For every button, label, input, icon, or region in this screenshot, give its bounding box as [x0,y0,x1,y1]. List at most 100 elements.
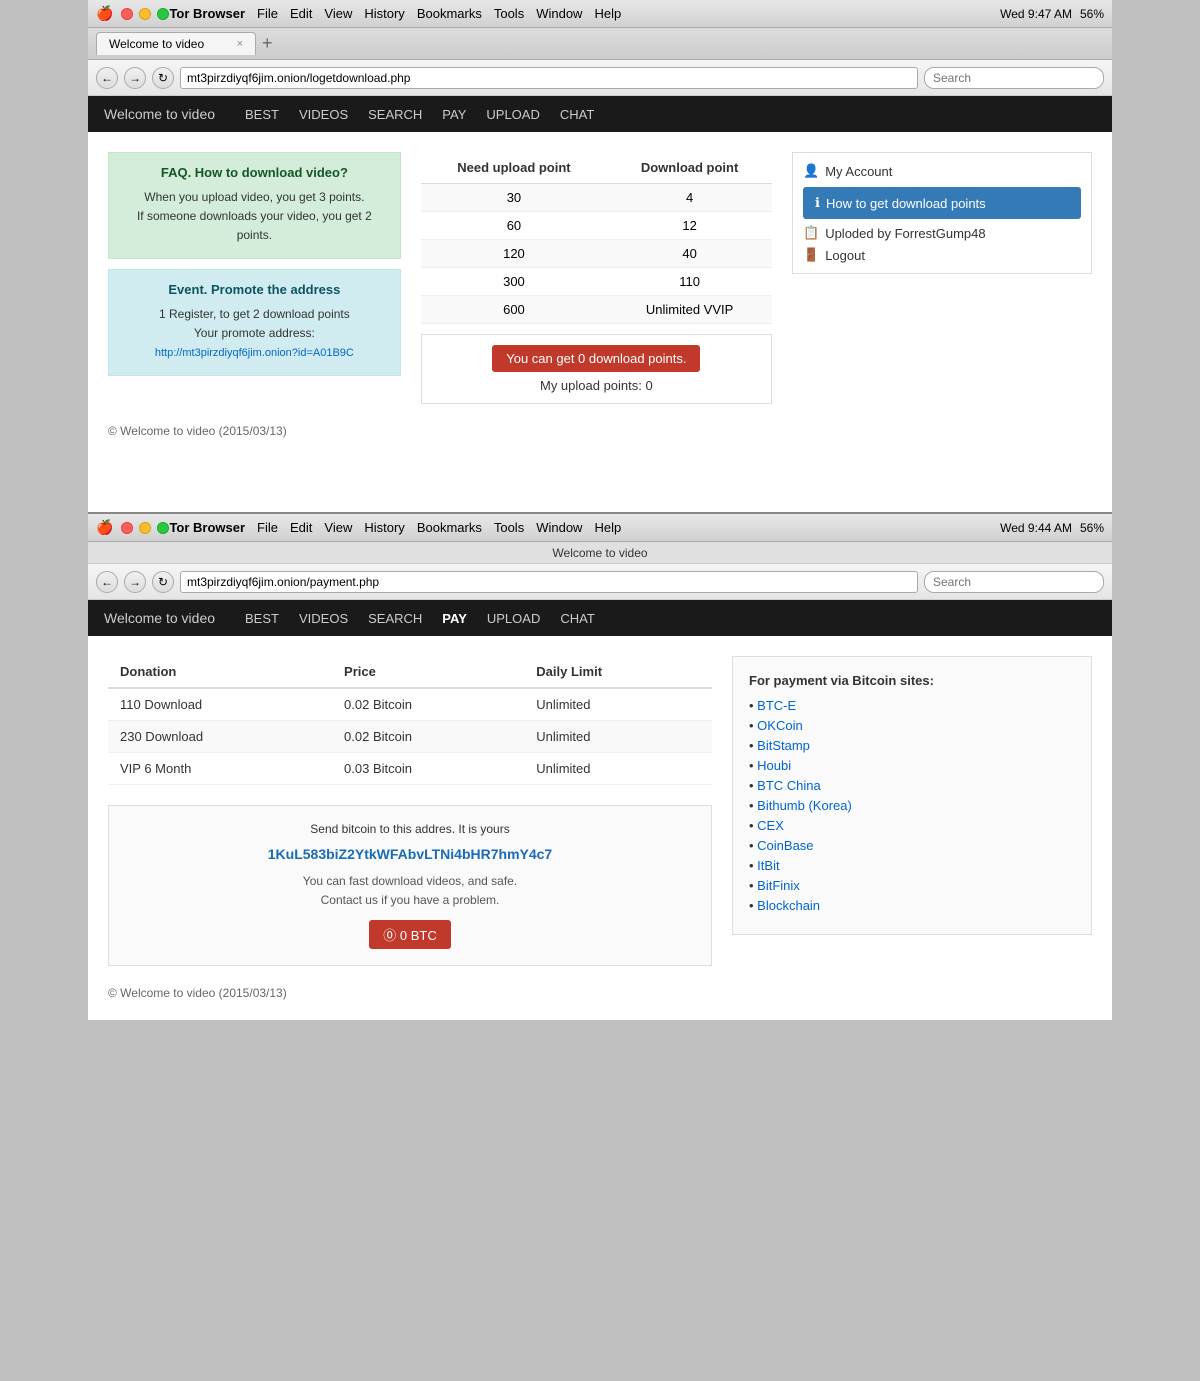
list-item: BTC-E [749,698,1075,713]
menu-view[interactable]: View [324,6,352,21]
how-to-label: How to get download points [826,196,986,211]
menu-help-2[interactable]: Help [594,520,621,535]
faq-box: FAQ. How to download video? When you upl… [108,152,401,259]
coinbase-link[interactable]: CoinBase [757,838,813,853]
menu-file-2[interactable]: File [257,520,278,535]
how-to-get-points-btn[interactable]: ℹ How to get download points [803,187,1081,219]
nav-best[interactable]: BEST [245,107,279,122]
reload-btn[interactable]: ↻ [152,67,174,89]
list-item: Houbi [749,758,1075,773]
page1-layout: FAQ. How to download video? When you upl… [108,152,1092,404]
bottom-window-titlebar: Welcome to video [88,542,1112,564]
donation-110: 110 Download [108,688,332,721]
get-download-btn[interactable]: You can get 0 download points. [492,345,700,372]
bithumb-link[interactable]: Bithumb (Korea) [757,798,852,813]
nav-upload[interactable]: UPLOAD [486,107,539,122]
uploaded-by-link[interactable]: 📋 Uploded by ForrestGump48 [803,225,1081,241]
houbi-link[interactable]: Houbi [757,758,791,773]
list-item: BitStamp [749,738,1075,753]
menu-history-2[interactable]: History [364,520,404,535]
payment-layout: Donation Price Daily Limit 110 Download … [108,656,1092,966]
nav-pay-2[interactable]: PAY [442,611,467,626]
minimize-window-btn[interactable] [139,8,151,20]
menu-history[interactable]: History [364,6,404,21]
search-input-2[interactable] [924,571,1104,593]
table-row: 30 4 [421,184,772,212]
list-item: Bithumb (Korea) [749,798,1075,813]
payment-left: Donation Price Daily Limit 110 Download … [108,656,712,966]
maximize-window-btn[interactable] [157,8,169,20]
btcchina-link[interactable]: BTC China [757,778,821,793]
close-window-btn[interactable] [121,8,133,20]
menu-bookmarks[interactable]: Bookmarks [417,6,482,21]
itbit-link[interactable]: ItBit [757,858,779,873]
menu-window[interactable]: Window [536,6,582,21]
nav-videos-2[interactable]: VIDEOS [299,611,348,626]
btce-link[interactable]: BTC-E [757,698,796,713]
menu-file[interactable]: File [257,6,278,21]
reload-btn-2[interactable]: ↻ [152,571,174,593]
safe-line2: Contact us if you have a problem. [321,893,500,907]
menu-bookmarks-2[interactable]: Bookmarks [417,520,482,535]
event-title: Event. Promote the address [121,282,388,297]
event-line1: 1 Register, to get 2 download points [159,307,350,321]
nav-chat[interactable]: CHAT [560,107,594,122]
nav-videos[interactable]: VIDEOS [299,107,348,122]
blockchain-link[interactable]: Blockchain [757,898,820,913]
list-item: ItBit [749,858,1075,873]
search-input[interactable] [924,67,1104,89]
need-300: 300 [421,268,607,296]
faq-line2: If someone downloads your video, you get… [137,209,372,242]
daily-vip: Unlimited [524,753,712,785]
menu-tools-2[interactable]: Tools [494,520,524,535]
menu-window-2[interactable]: Window [536,520,582,535]
menu-edit-2[interactable]: Edit [290,520,312,535]
bitfinix-link[interactable]: BitFinix [757,878,800,893]
event-link[interactable]: http://mt3pirzdiyqf6jim.onion?id=A01B9C [155,347,354,359]
nav-best-2[interactable]: BEST [245,611,279,626]
bitcoin-address[interactable]: 1KuL583biZ2YtkWFAbvLTNi4bHR7hmY4c7 [125,846,695,862]
daily-230: Unlimited [524,721,712,753]
maximize-window-btn-2[interactable] [157,522,169,534]
nav-pay[interactable]: PAY [442,107,466,122]
nav-chat-2[interactable]: CHAT [560,611,594,626]
cex-link[interactable]: CEX [757,818,784,833]
account-icon: 👤 [803,163,819,179]
bottom-menubar: 🍎 Tor Browser File Edit View History Boo… [88,514,1112,542]
col-download: Download point [607,152,772,184]
forward-btn[interactable]: → [124,67,146,89]
apple-icon: 🍎 [96,5,113,22]
btc-badge-btn[interactable]: ⓪ 0 BTC [369,920,450,949]
bitstamp-link[interactable]: BitStamp [757,738,810,753]
menu-edit[interactable]: Edit [290,6,312,21]
logout-link[interactable]: 🚪 Logout [803,247,1081,263]
okcoin-link[interactable]: OKCoin [757,718,803,733]
bitcoin-sites-box: For payment via Bitcoin sites: BTC-E OKC… [732,656,1092,935]
url-bar-2[interactable] [180,571,918,593]
url-bar[interactable] [180,67,918,89]
nav-search[interactable]: SEARCH [368,107,422,122]
new-tab-btn[interactable]: + [262,33,273,54]
table-row: 120 40 [421,240,772,268]
points-table-area: Need upload point Download point 30 4 60… [421,152,772,404]
forward-btn-2[interactable]: → [124,571,146,593]
nav-bar: ← → ↻ [88,60,1112,96]
tab-bar: Welcome to video × + [88,28,1112,60]
table-row: 60 12 [421,212,772,240]
menu-help[interactable]: Help [594,6,621,21]
close-window-btn-2[interactable] [121,522,133,534]
system-tray-2: Wed 9:44 AM 56% [1000,521,1104,535]
menu-view-2[interactable]: View [324,520,352,535]
back-btn[interactable]: ← [96,67,118,89]
nav-upload-2[interactable]: UPLOAD [487,611,540,626]
nav-search-2[interactable]: SEARCH [368,611,422,626]
tab-close-btn[interactable]: × [237,38,243,50]
menu-tools[interactable]: Tools [494,6,524,21]
active-tab[interactable]: Welcome to video × [96,32,256,55]
site-logo: Welcome to video [104,106,215,122]
bitcoin-sites-title: For payment via Bitcoin sites: [749,673,1075,688]
minimize-window-btn-2[interactable] [139,522,151,534]
payment-table: Donation Price Daily Limit 110 Download … [108,656,712,785]
dl-vvip: Unlimited VVIP [607,296,772,324]
back-btn-2[interactable]: ← [96,571,118,593]
